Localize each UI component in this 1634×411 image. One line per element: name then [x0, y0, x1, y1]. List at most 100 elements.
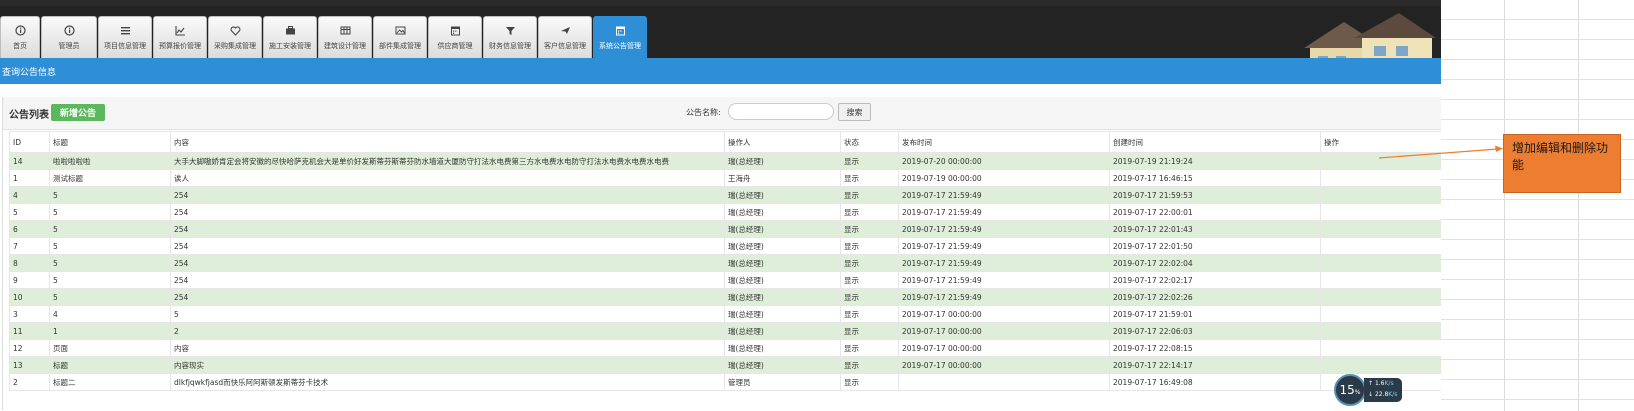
table-cell: 2019-07-17 21:59:49 — [898, 271, 1110, 289]
table-cell: 瑞(总经理) — [724, 305, 841, 323]
table-cell: 2019-07-17 21:59:53 — [1109, 186, 1321, 204]
table-cell: 3 — [9, 305, 50, 323]
table-cell[interactable] — [1320, 356, 1441, 374]
table-cell: 显示 — [840, 220, 899, 238]
nav-tab-2[interactable]: 项目信息管理 — [98, 16, 152, 58]
nav-tab-4[interactable]: 采购集成管理 — [208, 16, 262, 58]
table-cell: 测试标题 — [49, 169, 171, 187]
table-cell[interactable] — [1320, 322, 1441, 340]
table-icon — [340, 25, 351, 36]
table-cell: 2019-07-17 00:00:00 — [898, 322, 1110, 340]
table-cell: 瑞(总经理) — [724, 186, 841, 204]
table-cell[interactable] — [1320, 288, 1441, 306]
nav-tabs: 首页 管理员 项目信息管理 预算报价管理 采购集成管理 施工安装管理 建筑设计管理 部件集成管… — [0, 16, 648, 58]
table-cell: 瑞(总经理) — [724, 220, 841, 238]
nav-tab-11[interactable]: 系统公告管理 — [593, 16, 647, 58]
nav-tab-8[interactable]: 供应商管理 — [428, 16, 482, 58]
table-cell[interactable] — [1320, 220, 1441, 238]
table-cell: 2019-07-17 22:02:17 — [1109, 271, 1321, 289]
table-row[interactable]: 10 5 254 瑞(总经理) 显示 2019-07-17 21:59:49 2019-07… — [9, 288, 1441, 306]
nav-tab-3[interactable]: 预算报价管理 — [153, 16, 207, 58]
nav-tab-label: 供应商管理 — [437, 41, 473, 50]
table-cell: 5 — [49, 203, 171, 221]
table-cell: 显示 — [840, 373, 899, 391]
table-row[interactable]: 4 5 254 瑞(总经理) 显示 2019-07-17 21:59:49 2019-07-… — [9, 186, 1441, 204]
table-cell: 瑞(总经理) — [724, 288, 841, 306]
table-row[interactable]: 13 标题 内容现实 瑞(总经理) 显示 2019-07-17 00:00:00 2019-… — [9, 356, 1441, 374]
table-cell: 5 — [49, 237, 171, 255]
search-label: 公告名称: — [686, 108, 721, 117]
column-header[interactable]: 标题 — [49, 131, 171, 153]
column-header[interactable]: 发布时间 — [898, 131, 1110, 153]
table-cell: 2019-07-17 21:59:49 — [898, 186, 1110, 204]
table-cell: 6 — [9, 220, 50, 238]
search-button[interactable]: 搜索 — [838, 103, 871, 121]
table-cell: 内容 — [170, 339, 725, 357]
heart-icon — [230, 25, 241, 36]
table-cell: 显示 — [840, 339, 899, 357]
table-row[interactable]: 5 5 254 瑞(总经理) 显示 2019-07-17 21:59:49 2019-07-… — [9, 203, 1441, 221]
table-cell[interactable] — [1320, 186, 1441, 204]
table-cell: 1 — [9, 169, 50, 187]
nav-tab-label: 建筑设计管理 — [324, 41, 366, 50]
column-header[interactable]: 状态 — [840, 131, 899, 153]
network-speed-widget[interactable]: 15% ↑ 1.6K/s ↓ 22.8K/s — [1334, 374, 1403, 406]
table-cell: 12 — [9, 339, 50, 357]
table-row[interactable]: 2 标题二 dlkfjqwkfjasd而快乐阿阿斯顿发斯蒂芬卡技术 管理员 显示 2019… — [9, 373, 1441, 391]
table-cell: 2 — [170, 322, 725, 340]
table-cell: 2019-07-17 00:00:00 — [898, 305, 1110, 323]
table-row[interactable]: 14 啦啦啦啦啦 大手大脚嗷娇肯定会将安徽的尽快哈萨克机会大是单价好发斯蒂芬斯蒂芬防… — [9, 152, 1441, 170]
nav-tab-0[interactable]: 首页 — [0, 16, 40, 58]
table-cell: 显示 — [840, 152, 899, 170]
table-cell: 显示 — [840, 271, 899, 289]
table-cell: 5 — [170, 305, 725, 323]
table-cell[interactable] — [1320, 237, 1441, 255]
table-row[interactable]: 7 5 254 瑞(总经理) 显示 2019-07-17 21:59:49 2019-07-… — [9, 237, 1441, 255]
table-cell[interactable] — [1320, 271, 1441, 289]
briefcase-icon — [285, 25, 296, 36]
table-row[interactable]: 9 5 254 瑞(总经理) 显示 2019-07-17 21:59:49 2019-07-… — [9, 271, 1441, 289]
table-row[interactable]: 6 5 254 瑞(总经理) 显示 2019-07-17 21:59:49 2019-07-… — [9, 220, 1441, 238]
table-cell: 254 — [170, 203, 725, 221]
table-cell: 5 — [49, 254, 171, 272]
announcement-name-input[interactable] — [728, 103, 834, 120]
nav-tab-label: 客户信息管理 — [544, 41, 586, 50]
column-header[interactable]: ID — [9, 131, 50, 153]
upload-rate: ↑ 1.6K/s — [1368, 380, 1394, 387]
table-cell[interactable] — [1320, 169, 1441, 187]
table-row[interactable]: 11 1 2 瑞(总经理) 显示 2019-07-17 00:00:00 2019-07-1… — [9, 322, 1441, 340]
nav-tab-9[interactable]: 财务信息管理 — [483, 16, 537, 58]
info-icon — [63, 24, 75, 36]
column-header[interactable]: 内容 — [170, 131, 725, 153]
table-cell: 2 — [9, 373, 50, 391]
table-cell: 254 — [170, 288, 725, 306]
table-cell[interactable] — [1320, 305, 1441, 323]
table-cell: 2019-07-17 22:06:03 — [1109, 322, 1321, 340]
nav-tab-1[interactable]: 管理员 — [41, 16, 97, 58]
announcement-table: ID 标题 内容 操作人 状态 发布时间 创建时间 操作 14 啦啦啦啦啦 大手大脚嗷娇肯定会将安… — [9, 131, 1441, 391]
table-cell: 瑞(总经理) — [724, 203, 841, 221]
table-cell[interactable] — [1320, 339, 1441, 357]
table-cell: 1 — [49, 322, 171, 340]
network-rates: ↑ 1.6K/s ↓ 22.8K/s — [1364, 378, 1402, 402]
annotation-arrow — [1379, 145, 1503, 159]
column-header[interactable]: 操作人 — [724, 131, 841, 153]
table-cell[interactable] — [1320, 254, 1441, 272]
add-announcement-button[interactable]: 新增公告 — [51, 104, 105, 121]
table-cell: 2019-07-17 21:59:49 — [898, 203, 1110, 221]
plane-icon — [560, 25, 571, 36]
table-cell: 诶人 — [170, 169, 725, 187]
nav-tab-5[interactable]: 施工安装管理 — [263, 16, 317, 58]
table-cell[interactable] — [1320, 203, 1441, 221]
table-row[interactable]: 3 4 5 瑞(总经理) 显示 2019-07-17 00:00:00 2019-07-17… — [9, 305, 1441, 323]
download-rate: ↓ 22.8K/s — [1368, 391, 1398, 398]
nav-tab-7[interactable]: 部件集成管理 — [373, 16, 427, 58]
table-row[interactable]: 12 页面 内容 瑞(总经理) 显示 2019-07-17 00:00:00 2019-07… — [9, 339, 1441, 357]
table-row[interactable]: 1 测试标题 诶人 王海舟 显示 2019-07-19 00:00:00 2019-07-1… — [9, 169, 1441, 187]
column-header[interactable]: 创建时间 — [1109, 131, 1321, 153]
nav-tab-6[interactable]: 建筑设计管理 — [318, 16, 372, 58]
table-cell: 5 — [49, 220, 171, 238]
picture-icon — [395, 25, 406, 36]
nav-tab-10[interactable]: 客户信息管理 — [538, 16, 592, 58]
table-row[interactable]: 8 5 254 瑞(总经理) 显示 2019-07-17 21:59:49 2019-07-… — [9, 254, 1441, 272]
